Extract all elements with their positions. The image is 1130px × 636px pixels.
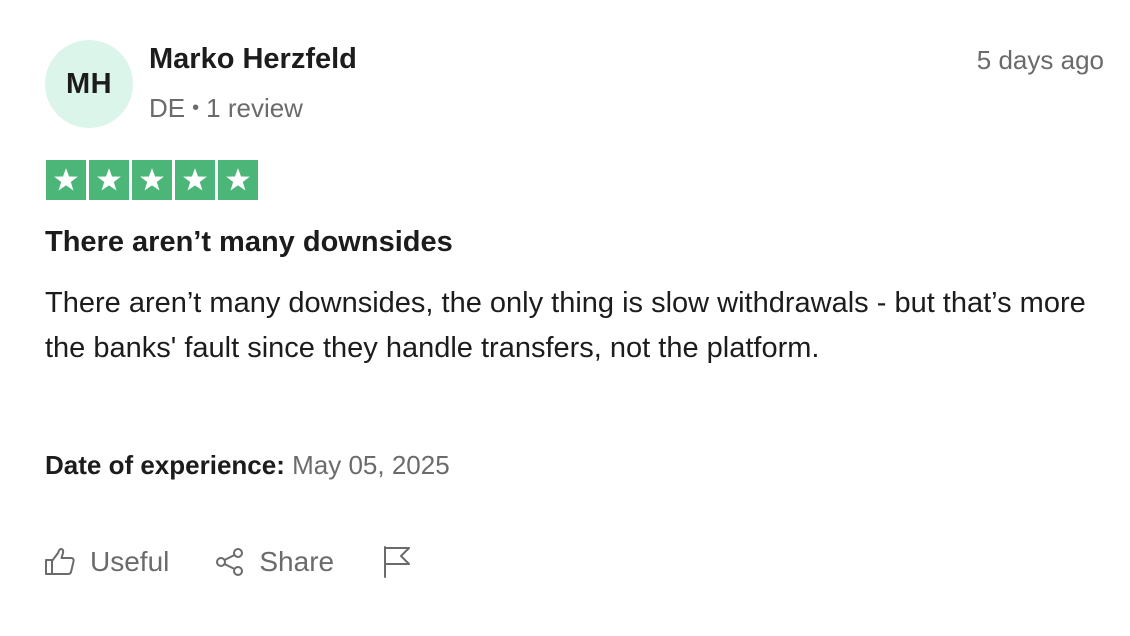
- meta-separator: •: [192, 97, 200, 119]
- date-of-experience: Date of experience: May 05, 2025: [45, 450, 450, 481]
- star-icon: [175, 160, 215, 200]
- avatar-initials: MH: [65, 67, 113, 100]
- review-body: There aren’t many downsides, the only th…: [45, 287, 1086, 364]
- flag-icon: [382, 545, 412, 579]
- useful-label: Useful: [90, 546, 170, 577]
- useful-button[interactable]: Useful: [44, 546, 169, 578]
- review-actions: Useful Share: [44, 545, 412, 579]
- avatar[interactable]: MH: [45, 40, 133, 128]
- star-icon: [132, 160, 172, 200]
- star-icon: [46, 160, 86, 200]
- star-icon: [218, 160, 258, 200]
- thumbs-up-icon: [44, 547, 76, 577]
- reviewer-meta: DE • 1 review: [149, 93, 303, 124]
- date-of-experience-label: Date of experience:: [45, 450, 285, 480]
- date-of-experience-value: May 05, 2025: [292, 450, 450, 480]
- share-label: Share: [259, 546, 335, 577]
- reviewer-review-count: 1 review: [206, 93, 303, 123]
- reviewer-country: DE: [149, 93, 186, 123]
- review-timestamp: 5 days ago: [976, 45, 1104, 75]
- report-button[interactable]: [382, 545, 412, 579]
- star-rating: [46, 160, 258, 200]
- review-title: There aren’t many downsides: [45, 226, 453, 258]
- reviewer-name[interactable]: Marko Herzfeld: [149, 43, 357, 76]
- review-card: MH Marko Herzfeld DE • 1 review 5 days a…: [0, 0, 1130, 636]
- share-icon: [215, 547, 245, 577]
- share-button[interactable]: Share: [215, 546, 334, 578]
- star-icon: [89, 160, 129, 200]
